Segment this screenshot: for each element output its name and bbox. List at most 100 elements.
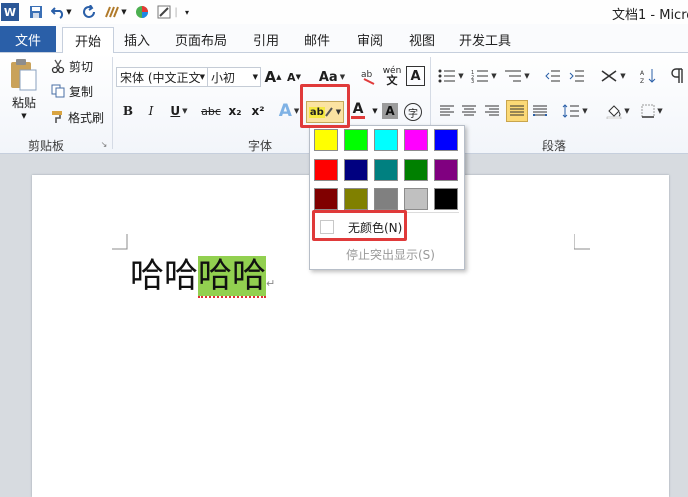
highlighted-text[interactable]: 哈哈 (198, 256, 266, 298)
customize-quick-access-icon[interactable]: ▾ (181, 3, 193, 21)
show-hide-marks-button[interactable] (668, 67, 686, 85)
plain-text: 哈哈 (130, 256, 198, 296)
swatch-teal[interactable] (374, 159, 398, 181)
clear-formatting-icon[interactable]: ab (360, 65, 378, 87)
paste-dropdown-icon[interactable]: ▼ (19, 111, 29, 121)
italic-button[interactable]: I (143, 101, 159, 121)
copy-icon[interactable] (50, 83, 66, 99)
chinese-layout-button[interactable]: ▼ (598, 67, 628, 85)
increase-indent-button[interactable] (567, 67, 587, 85)
shading-paint-bucket-button[interactable]: ▼ (604, 101, 632, 121)
stop-highlighting-label: 停止突出显示(S) (346, 247, 435, 262)
tab-mailings[interactable]: 邮件 (297, 27, 337, 52)
tab-page-layout[interactable]: 页面布局 (170, 27, 232, 52)
align-left-button[interactable] (438, 101, 456, 121)
multilevel-list-button[interactable]: ▼ (503, 67, 531, 85)
paste-icon[interactable] (6, 55, 40, 95)
phonetic-guide-button[interactable]: wén 文 (381, 65, 403, 87)
swatch-dark-blue[interactable] (344, 159, 368, 181)
bullets-button[interactable]: ▼ (437, 67, 465, 85)
grow-font-button[interactable]: A ▲ (265, 67, 282, 87)
swatch-dark-red[interactable] (314, 188, 338, 210)
font-color-dropdown-icon[interactable]: ▼ (371, 105, 379, 117)
scissors-icon[interactable] (50, 58, 66, 74)
paragraph-group-label: 段落 (542, 139, 567, 153)
toolbar-divider: | (174, 6, 178, 18)
underline-button[interactable]: U ▼ (166, 101, 192, 121)
swatch-dark-yellow[interactable] (344, 188, 368, 210)
title-bar: W ▼ ▼ | ▾ 文档1 - Micro (0, 0, 688, 24)
ribbon-tab-strip: 文件 开始 插入 页面布局 引用 邮件 审阅 视图 开发工具 (0, 24, 688, 54)
font-name-dropdown-icon[interactable]: ▼ (200, 73, 205, 81)
swatch-gray-50[interactable] (374, 188, 398, 210)
line-spacing-button[interactable]: ▼ (561, 101, 589, 121)
strikethrough-button[interactable]: abc (199, 101, 223, 121)
callout-highlight-button (300, 84, 350, 128)
borders-button[interactable]: ▼ (638, 101, 666, 121)
swatch-violet[interactable] (434, 159, 458, 181)
swatch-blue[interactable] (434, 129, 458, 151)
undo-dropdown-icon[interactable]: ▼ (64, 3, 74, 21)
highlight-color-menu: 无颜色(N) 停止突出显示(S) (309, 125, 465, 270)
character-shading-button[interactable]: A (382, 103, 398, 119)
svg-text:ab: ab (361, 70, 373, 80)
superscript-button[interactable]: x² (249, 101, 267, 121)
enclose-characters-button[interactable]: 字 (404, 103, 422, 121)
redo-icon[interactable] (80, 3, 98, 21)
svg-text:3: 3 (471, 79, 474, 83)
clipboard-group-label: 剪贴板 (28, 139, 65, 153)
group-separator (112, 57, 113, 149)
swatch-black[interactable] (434, 188, 458, 210)
quick-dropdown-icon[interactable]: ▼ (119, 3, 129, 21)
tab-developer[interactable]: 开发工具 (454, 27, 516, 52)
font-size-dropdown-icon[interactable]: ▼ (253, 73, 258, 81)
copy-button[interactable]: 复制 (66, 83, 96, 99)
swatch-turquoise[interactable] (374, 129, 398, 151)
tab-home[interactable]: 开始 (62, 27, 114, 54)
svg-text:Z: Z (640, 78, 644, 84)
tab-references[interactable]: 引用 (246, 27, 286, 52)
numbering-button[interactable]: 1 2 3 ▼ (470, 67, 498, 85)
sort-button[interactable]: AZ (638, 67, 658, 85)
justify-button[interactable] (506, 100, 528, 122)
subscript-button[interactable]: x₂ (226, 101, 244, 121)
tab-view[interactable]: 视图 (402, 27, 442, 52)
document-text[interactable]: 哈哈哈哈↵ (130, 255, 275, 305)
swatch-pink[interactable] (404, 129, 428, 151)
paste-button[interactable]: 粘贴 (8, 93, 40, 111)
format-painter-icon[interactable] (50, 109, 66, 125)
decrease-indent-button[interactable] (543, 67, 563, 85)
bold-button[interactable]: B (120, 101, 136, 121)
distributed-align-button[interactable] (531, 101, 549, 121)
save-icon[interactable] (27, 3, 45, 21)
swatch-bright-green[interactable] (344, 129, 368, 151)
font-name-combo[interactable]: 宋体 (中文正文 ▼ (116, 67, 208, 87)
swatch-red[interactable] (314, 159, 338, 181)
swatch-gray-25[interactable] (404, 188, 428, 210)
text-effects-button[interactable]: A ▼ (278, 101, 300, 121)
stop-highlighting-menu-item: 停止突出显示(S) (312, 243, 460, 265)
crop-mark-top-left (112, 234, 128, 250)
font-size-combo[interactable]: 小初 ▼ (207, 67, 261, 87)
align-center-button[interactable] (460, 101, 478, 121)
document-title: 文档1 - Micro (612, 8, 688, 23)
crop-mark-top-right (574, 234, 590, 250)
swatch-yellow[interactable] (314, 129, 338, 151)
format-painter-button[interactable]: 格式刷 (66, 109, 106, 125)
watermark-text: shuzhijiaoyu (585, 437, 660, 451)
align-right-button[interactable] (483, 101, 501, 121)
cut-button[interactable]: 剪切 (66, 58, 96, 74)
character-border-button[interactable]: A (406, 66, 425, 86)
svg-text:A: A (640, 70, 645, 77)
font-group-label: 字体 (248, 139, 273, 153)
swatch-green[interactable] (404, 159, 428, 181)
tab-insert[interactable]: 插入 (117, 27, 157, 52)
tab-file[interactable]: 文件 (0, 26, 56, 52)
word-app-icon[interactable]: W (1, 3, 19, 21)
font-size-value: 小初 (211, 70, 236, 85)
tab-review[interactable]: 审阅 (350, 27, 390, 52)
color-wheel-icon[interactable] (133, 3, 151, 21)
draw-pencil-icon[interactable] (155, 3, 173, 21)
paragraph-mark: ↵ (266, 277, 276, 290)
clipboard-dialog-launcher-icon[interactable]: ↘ (99, 139, 109, 149)
